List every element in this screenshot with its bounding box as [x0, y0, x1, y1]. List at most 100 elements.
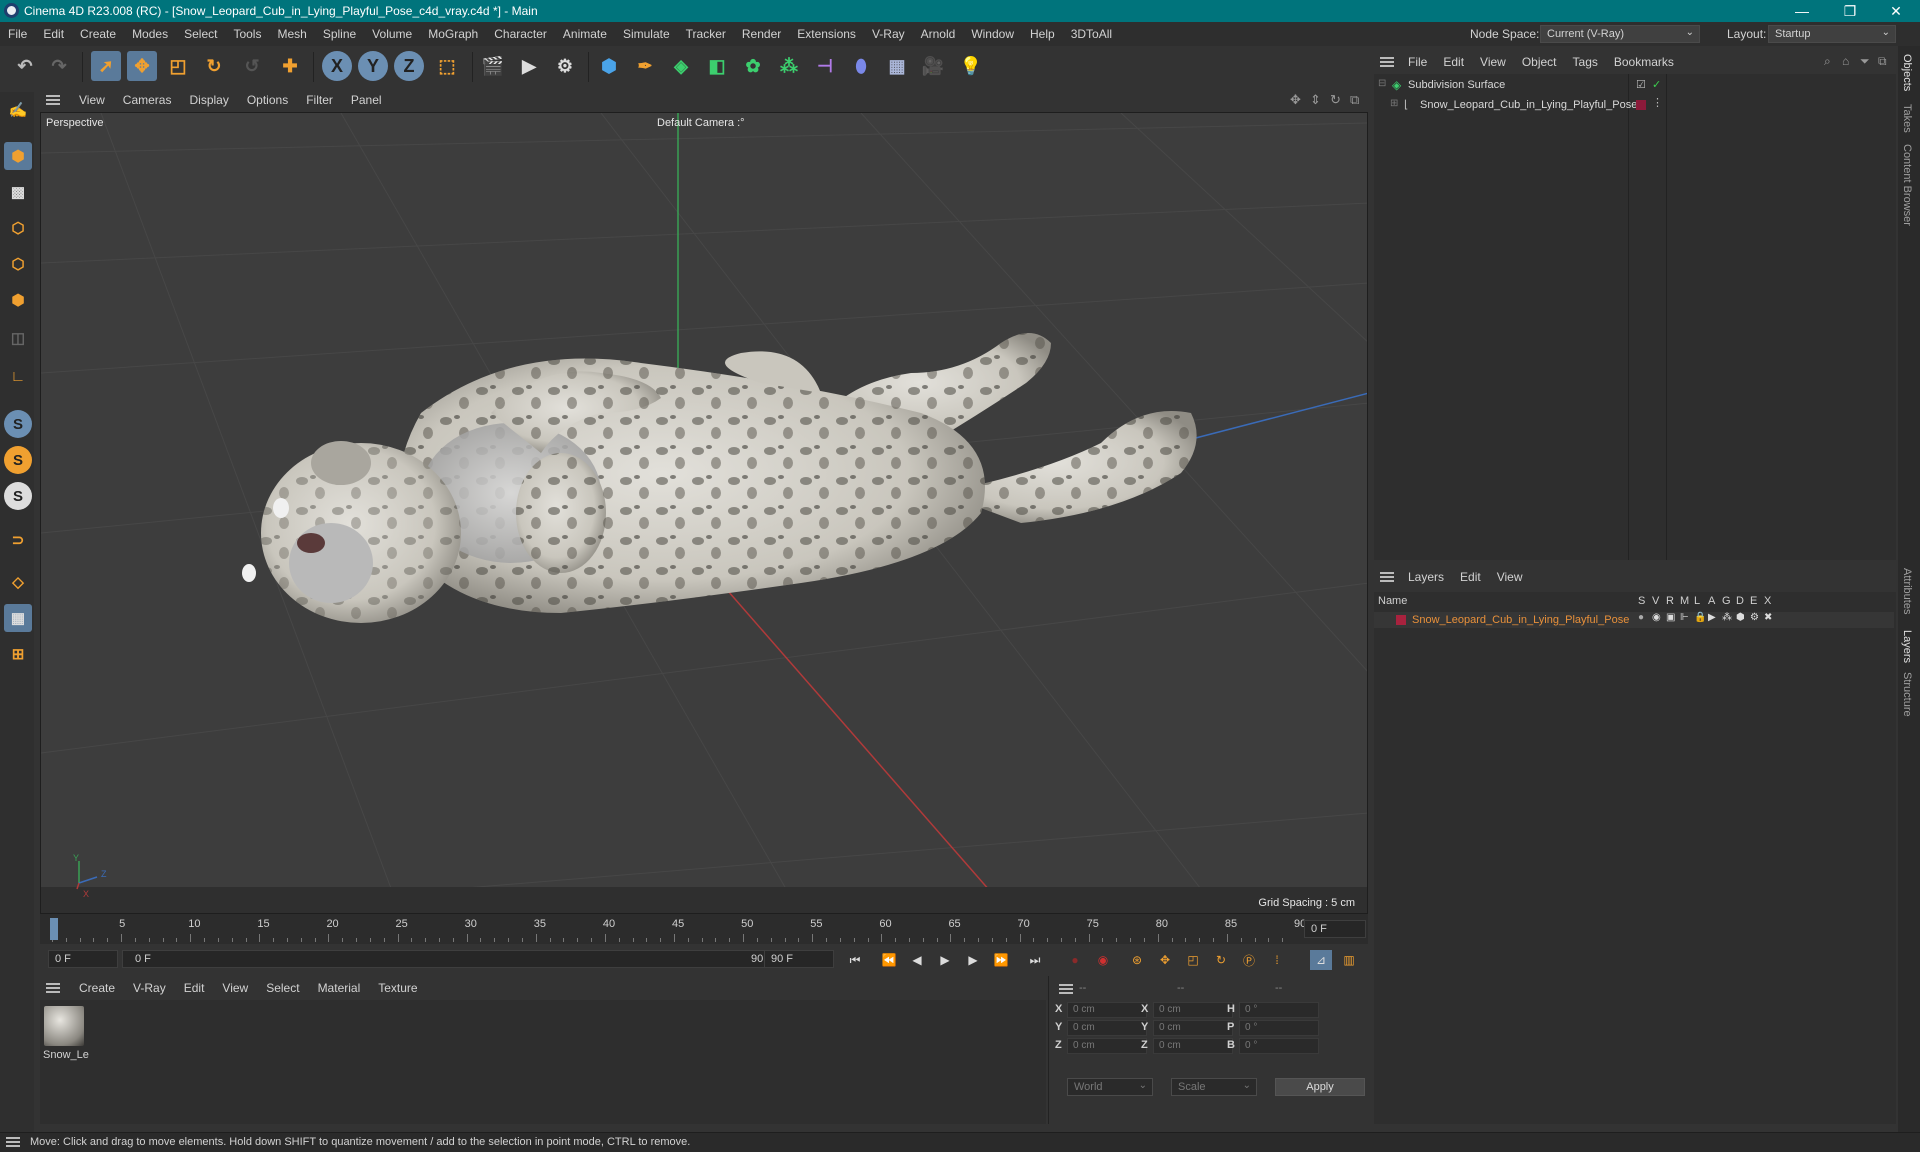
- x-axis-lock-button[interactable]: X: [322, 51, 352, 81]
- viewport-menu-cameras[interactable]: Cameras: [114, 88, 181, 112]
- menu-3dtoall[interactable]: 3DToAll: [1063, 22, 1120, 46]
- layer-row[interactable]: Snow_Leopard_Cub_in_Lying_Playful_Pose ●…: [1374, 612, 1894, 628]
- field-icon[interactable]: ⬮: [846, 51, 876, 81]
- tab-objects[interactable]: Objects: [1901, 54, 1913, 91]
- start-frame-field[interactable]: 0 F: [48, 950, 118, 968]
- timeline-ruler[interactable]: 051015202530354045505560657075808590 0 F: [40, 914, 1368, 944]
- viewport-menu-panel[interactable]: Panel: [342, 88, 391, 112]
- light-icon[interactable]: 💡: [956, 51, 986, 81]
- minimize-button[interactable]: —: [1782, 1, 1822, 21]
- end-frame-field[interactable]: 90 F: [764, 950, 834, 968]
- menu-spline[interactable]: Spline: [315, 22, 364, 46]
- snap-enable-icon[interactable]: S: [4, 482, 32, 510]
- layer-column-l[interactable]: L: [1694, 595, 1700, 607]
- next-key-icon[interactable]: ⏩: [990, 950, 1012, 970]
- polygon-mode-icon[interactable]: ⬢: [4, 286, 32, 314]
- layer-column-m[interactable]: M: [1680, 595, 1689, 607]
- viewport-menu-filter[interactable]: Filter: [297, 88, 342, 112]
- coord-rot-1[interactable]: 0 °: [1239, 1020, 1319, 1036]
- material-menu-select[interactable]: Select: [257, 976, 308, 1000]
- material-name[interactable]: Snow_Le: [43, 1049, 89, 1061]
- sculpt-icon[interactable]: ✍: [4, 96, 32, 124]
- object-menu-view[interactable]: View: [1472, 50, 1514, 74]
- layer-column-a[interactable]: A: [1708, 595, 1715, 607]
- layer-manager-menu-icon[interactable]: [1380, 572, 1394, 582]
- object-row-snow-leopard[interactable]: ⊞ ⌊ Snow_Leopard_Cub_in_Lying_Playful_Po…: [1374, 97, 1894, 114]
- viewport-move-icon[interactable]: ✥: [1290, 92, 1301, 108]
- menu-window[interactable]: Window: [963, 22, 1022, 46]
- material-menu-icon[interactable]: [46, 983, 60, 993]
- viewport-maximize-icon[interactable]: ⧉: [1350, 92, 1359, 108]
- move-tool-icon[interactable]: ✥: [127, 51, 157, 81]
- key-rotation-icon[interactable]: ⊛: [1126, 950, 1148, 970]
- menu-mograph[interactable]: MoGraph: [420, 22, 486, 46]
- go-to-end-icon[interactable]: ⏭: [1024, 950, 1046, 970]
- coordinate-system-icon[interactable]: ⬚: [432, 51, 462, 81]
- select-tool-icon[interactable]: ➚: [91, 51, 121, 81]
- record-keyframe-icon[interactable]: ●: [1064, 950, 1086, 970]
- point-mode-icon[interactable]: ⬡: [4, 214, 32, 242]
- object-menu-tags[interactable]: Tags: [1565, 50, 1606, 74]
- object-manager-menu-icon[interactable]: [1380, 57, 1394, 67]
- viewport-menu-view[interactable]: View: [70, 88, 114, 112]
- menu-animate[interactable]: Animate: [555, 22, 615, 46]
- key-parameter-icon[interactable]: Ⓟ: [1238, 950, 1260, 970]
- 3d-viewport[interactable]: Perspective Default Camera :° Grid Spaci…: [40, 112, 1368, 914]
- redo-icon[interactable]: ↷: [44, 51, 74, 81]
- key-scale-icon[interactable]: ◰: [1182, 950, 1204, 970]
- mograph-icon[interactable]: ⁂: [774, 51, 804, 81]
- viewport-zoom-icon[interactable]: ⇕: [1310, 92, 1321, 108]
- menu-simulate[interactable]: Simulate: [615, 22, 678, 46]
- viewport-menu-icon[interactable]: [46, 95, 60, 105]
- object-menu-file[interactable]: File: [1400, 50, 1435, 74]
- layout-dropdown[interactable]: Startup ⌄: [1768, 25, 1896, 43]
- autokey-icon[interactable]: ◉: [1092, 950, 1114, 970]
- rotate-tool-icon[interactable]: ↻: [199, 51, 229, 81]
- node-space-dropdown[interactable]: Current (V-Ray) ⌄: [1540, 25, 1700, 43]
- edge-mode-icon[interactable]: ⬡: [4, 250, 32, 278]
- previous-key-icon[interactable]: ⏪: [878, 950, 900, 970]
- viewport-camera-label[interactable]: Default Camera :°: [657, 117, 745, 129]
- tab-attributes[interactable]: Attributes: [1901, 568, 1913, 614]
- layer-column-d[interactable]: D: [1736, 595, 1744, 607]
- menu-modes[interactable]: Modes: [124, 22, 176, 46]
- create-object-icon[interactable]: ✚: [275, 51, 305, 81]
- viewport-menu-options[interactable]: Options: [238, 88, 297, 112]
- menu-create[interactable]: Create: [72, 22, 124, 46]
- coord-size-2[interactable]: 0 cm: [1153, 1038, 1233, 1054]
- home-icon[interactable]: ⌂: [1842, 54, 1849, 68]
- key-pla-icon[interactable]: ⁞: [1266, 950, 1288, 970]
- model-mode-icon[interactable]: ⬢: [4, 142, 32, 170]
- motion-tracks-icon[interactable]: ⊿: [1310, 950, 1332, 970]
- coord-size-1[interactable]: 0 cm: [1153, 1020, 1233, 1036]
- timeline-window-icon[interactable]: ▥: [1338, 950, 1360, 970]
- next-frame-icon[interactable]: ▶: [962, 950, 984, 970]
- layer-menu-layers[interactable]: Layers: [1400, 564, 1452, 590]
- layer-menu-view[interactable]: View: [1489, 564, 1531, 590]
- layer-column-name[interactable]: Name: [1378, 595, 1407, 607]
- frame-range-slider[interactable]: 0 F 90 F: [122, 950, 782, 968]
- viewport-rotate-icon[interactable]: ↻: [1330, 92, 1341, 108]
- axis-mode-icon[interactable]: ∟: [4, 362, 32, 390]
- coord-pos-0[interactable]: 0 cm: [1067, 1002, 1147, 1018]
- playhead[interactable]: [50, 918, 58, 940]
- subdivision-surface-icon[interactable]: ◈: [666, 51, 696, 81]
- play-icon[interactable]: ▶: [934, 950, 956, 970]
- coord-pos-2[interactable]: 0 cm: [1067, 1038, 1147, 1054]
- close-button[interactable]: ✕: [1876, 1, 1916, 21]
- menu-character[interactable]: Character: [486, 22, 555, 46]
- menu-arnold[interactable]: Arnold: [913, 22, 964, 46]
- previous-frame-icon[interactable]: ◀: [906, 950, 928, 970]
- camera-icon[interactable]: 🎥: [918, 51, 948, 81]
- texture-mode-icon[interactable]: ▩: [4, 178, 32, 206]
- render-picture-viewer-icon[interactable]: ▶: [514, 51, 544, 81]
- y-axis-lock-button[interactable]: Y: [358, 51, 388, 81]
- coordinate-mode-dropdown[interactable]: Scale ⌄: [1171, 1078, 1257, 1096]
- snap-s-icon[interactable]: S: [4, 410, 32, 438]
- status-menu-icon[interactable]: [6, 1137, 20, 1147]
- object-menu-object[interactable]: Object: [1514, 50, 1565, 74]
- menu-tools[interactable]: Tools: [225, 22, 269, 46]
- new-window-icon[interactable]: ⧉: [1878, 54, 1887, 69]
- layer-column-x[interactable]: X: [1764, 595, 1771, 607]
- scale-tool-icon[interactable]: ◰: [163, 51, 193, 81]
